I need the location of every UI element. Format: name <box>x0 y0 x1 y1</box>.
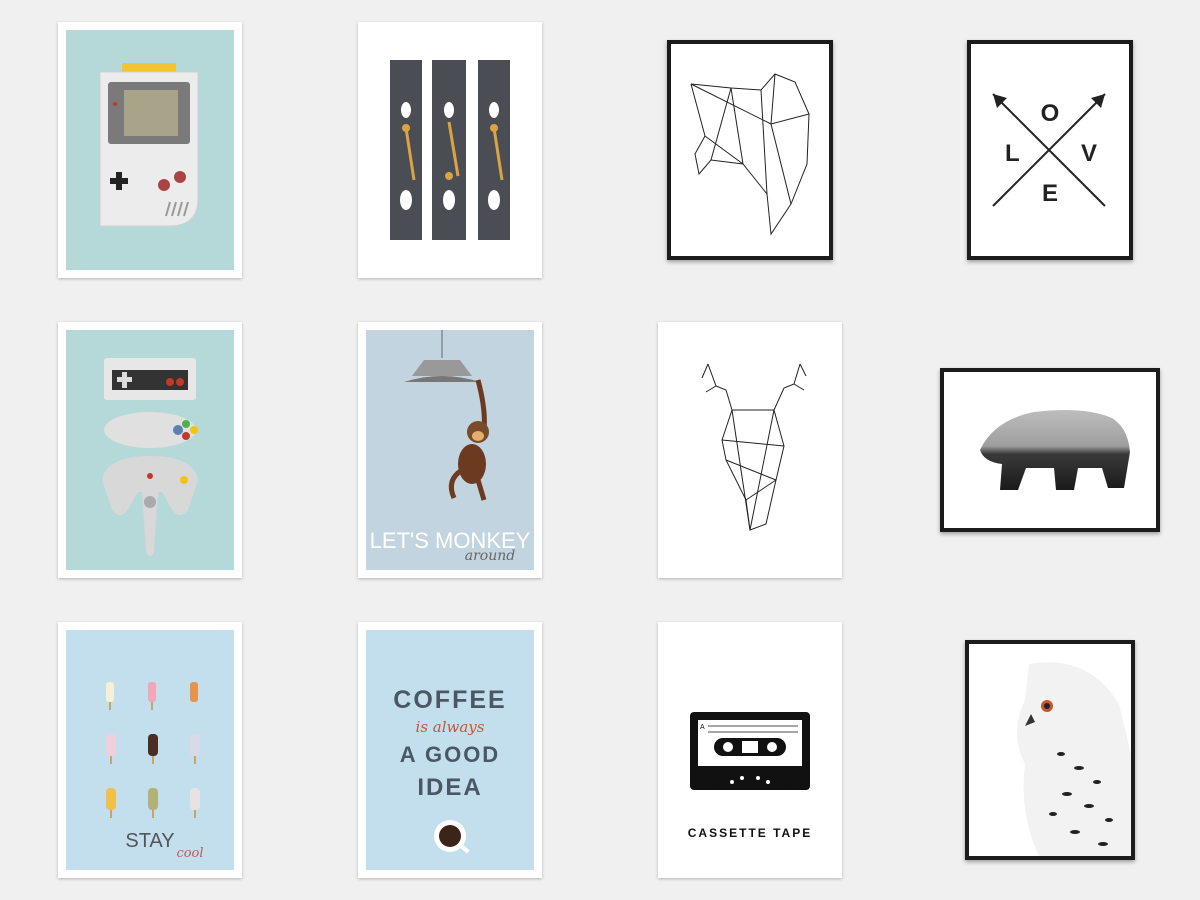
bear-icon <box>944 372 1156 528</box>
poster-coffee[interactable]: COFFEE is always A GOOD IDEA <box>358 622 542 878</box>
gameboy-icon <box>66 30 234 270</box>
coffee-cup-icon <box>366 630 534 870</box>
poster-gallery: O L V E LET'S MONKEY around STAY cool CO… <box>0 0 1200 900</box>
monkey-script: around <box>464 548 516 564</box>
poster-deer[interactable] <box>658 322 842 578</box>
popsicles-script: cool <box>176 846 204 861</box>
controller-icon <box>66 330 234 570</box>
poster-gameboy[interactable] <box>58 22 242 278</box>
deer-icon <box>666 330 834 570</box>
cassette-label: CASSETTE TAPE <box>687 826 813 840</box>
poster-popsicles[interactable]: STAY cool <box>58 622 242 878</box>
poster-cassette[interactable]: A CASSETTE TAPE <box>658 622 842 878</box>
fox-icon <box>671 44 829 256</box>
crossed-arrows-icon <box>971 44 1129 256</box>
poster-bear[interactable] <box>940 368 1160 532</box>
poster-love[interactable]: O L V E <box>967 40 1133 260</box>
poster-clothespins[interactable] <box>358 22 542 278</box>
love-letter-v: V <box>1080 140 1097 167</box>
clothespin-icon <box>366 30 534 270</box>
poster-monkey[interactable]: LET'S MONKEY around <box>358 322 542 578</box>
poster-controllers[interactable] <box>58 322 242 578</box>
love-letter-e: E <box>1041 180 1058 207</box>
love-letter-o: O <box>1040 100 1060 127</box>
poster-owl[interactable] <box>965 640 1135 860</box>
owl-icon <box>969 644 1131 856</box>
love-letter-l: L <box>1005 140 1020 167</box>
poster-fox[interactable] <box>667 40 833 260</box>
cassette-side: A <box>700 724 705 731</box>
